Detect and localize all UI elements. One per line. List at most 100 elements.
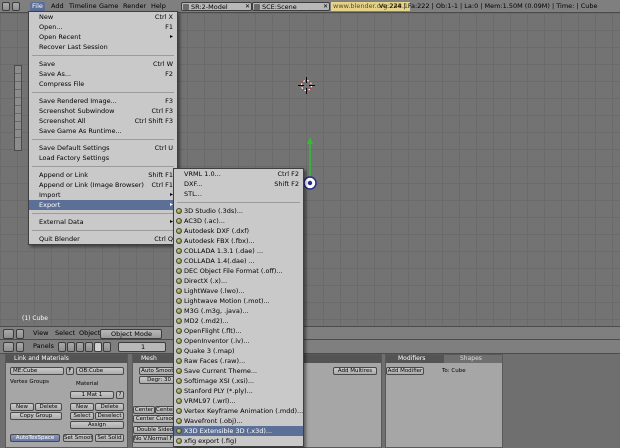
file-menu-item-import[interactable]: Import ▸ [29, 190, 177, 200]
export-item-3d-studio-3ds[interactable]: 3D Studio (.3ds)... [174, 206, 303, 216]
menu-select[interactable]: Select [55, 329, 75, 338]
collapse-menu-button[interactable] [12, 2, 20, 11]
file-menu-item-append-or-link-image-browser[interactable]: Append or Link (Image Browser) Ctrl F1 [29, 180, 177, 190]
object-name-field[interactable]: OB:Cube [76, 367, 124, 375]
window-type-button[interactable] [3, 342, 14, 352]
context-editing-icon[interactable] [94, 342, 102, 352]
file-menu-item-save[interactable]: Save Ctrl W [29, 59, 177, 69]
file-menu-item-save-rendered-image[interactable]: Save Rendered Image... F3 [29, 96, 177, 106]
file-menu-item-screenshot-subwindow[interactable]: Screenshot Subwindow Ctrl F3 [29, 106, 177, 116]
export-item-directx-x[interactable]: DirectX (.x)... [174, 276, 303, 286]
add-multires-button[interactable]: Add Multires [333, 367, 377, 375]
menu-object[interactable]: Object [79, 329, 100, 338]
center-button[interactable]: Center [133, 406, 155, 414]
file-menu-item-save-as[interactable]: Save As... F2 [29, 69, 177, 79]
menu-add[interactable]: Add [49, 2, 66, 11]
window-type-button[interactable] [3, 329, 14, 339]
material-selector[interactable]: 1 Mat 1 [70, 391, 114, 399]
file-menu-item-compress-file[interactable]: Compress File [29, 79, 177, 89]
context-scene-icon[interactable] [103, 342, 111, 352]
double-sided-toggle[interactable]: Double Sided [133, 426, 177, 434]
export-item-xfig-export-fig[interactable]: xfig export (.fig) [174, 436, 303, 446]
export-item-raw-faces-raw[interactable]: Raw Faces (.raw)... [174, 356, 303, 366]
export-item-stanford-ply-ply[interactable]: Stanford PLY (*.ply)... [174, 386, 303, 396]
close-icon[interactable]: ✕ [323, 3, 328, 10]
menu-timeline[interactable]: Timeline [67, 2, 99, 11]
menu-help[interactable]: Help [149, 2, 168, 11]
menu-panels[interactable]: Panels [33, 342, 54, 351]
material-deselect-button[interactable]: Deselect [95, 412, 124, 420]
export-item-collada-1-3-1-dae[interactable]: COLLADA 1.3.1 (.dae) ... [174, 246, 303, 256]
file-menu-item-open-recent[interactable]: Open Recent ▸ [29, 32, 177, 42]
material-delete-button[interactable]: Delete [95, 403, 124, 411]
export-item-openflight-flt[interactable]: OpenFlight (.flt)... [174, 326, 303, 336]
export-item-x3d-extensible-3d-x3d[interactable]: X3D Extensible 3D (.x3d)... [174, 426, 303, 436]
set-solid-button[interactable]: Set Solid [95, 434, 124, 442]
file-menu-item-save-game-as-runtime[interactable]: Save Game As Runtime... [29, 126, 177, 136]
menu-game[interactable]: Game [97, 2, 120, 11]
file-menu-item-append-or-link[interactable]: Append or Link Shift F1 [29, 170, 177, 180]
no-v-normal-flip-toggle[interactable]: No V.Normal Flip [133, 435, 177, 443]
export-item-save-current-theme[interactable]: Save Current Theme... [174, 366, 303, 376]
material-assign-button[interactable]: Assign [70, 421, 124, 429]
collapse-menu-button[interactable] [16, 329, 24, 339]
context-script-icon[interactable] [67, 342, 75, 352]
export-item-autodesk-dxf-dxf[interactable]: Autodesk DXF (.dxf) [174, 226, 303, 236]
toolbox-strip[interactable] [14, 65, 22, 151]
export-item-stl[interactable]: STL... [174, 189, 303, 199]
autotexspace-toggle[interactable]: AutoTexSpace [10, 434, 60, 442]
fake-user-button[interactable]: F [66, 367, 74, 375]
material-select-button[interactable]: Select [70, 412, 94, 420]
tab-shapes[interactable]: Shapes [444, 355, 502, 363]
context-logic-icon[interactable] [58, 342, 66, 352]
export-item-vrml-1-0[interactable]: VRML 1.0... Ctrl F2 [174, 169, 303, 179]
file-menu-item-open[interactable]: Open... F1 [29, 22, 177, 32]
tab-modifiers[interactable]: Modifiers [386, 355, 444, 363]
context-shading-icon[interactable] [76, 342, 84, 352]
export-item-vrml97-wrl[interactable]: VRML97 (.wrl)... [174, 396, 303, 406]
menu-render[interactable]: Render [121, 2, 148, 11]
mode-select[interactable]: Object Mode [100, 329, 162, 339]
export-item-vertex-keyframe-animation-mdd[interactable]: Vertex Keyframe Animation (.mdd)... [174, 406, 303, 416]
export-item-dec-object-file-format-off[interactable]: DEC Object File Format (.off)... [174, 266, 303, 276]
export-item-ac3d-ac[interactable]: AC3D (.ac)... [174, 216, 303, 226]
copy-group-button[interactable]: Copy Group [10, 412, 62, 420]
file-menu-item-export[interactable]: Export ▸ [29, 200, 177, 210]
file-menu-item-recover-last-session[interactable]: Recover Last Session [29, 42, 177, 52]
mesh-datablock-field[interactable]: ME:Cube [10, 367, 64, 375]
window-type-button[interactable] [2, 2, 10, 11]
vgroup-new-button[interactable]: New [10, 403, 34, 411]
center-cursor-button[interactable]: Center Cursor [133, 415, 177, 423]
add-modifier-button[interactable]: Add Modifier [386, 367, 424, 375]
export-item-collada-1-4-dae[interactable]: COLLADA 1.4(.dae) ... [174, 256, 303, 266]
scene-selector[interactable]: SCE:Scene ✕ [252, 2, 330, 11]
file-menu-item-save-default-settings[interactable]: Save Default Settings Ctrl U [29, 143, 177, 153]
context-object-icon[interactable] [85, 342, 93, 352]
close-icon[interactable]: ✕ [245, 3, 250, 10]
export-item-lightwave-motion-mot[interactable]: Lightwave Motion (.mot)... [174, 296, 303, 306]
export-item-dxf[interactable]: DXF... Shift F2 [174, 179, 303, 189]
material-query-button[interactable]: ? [116, 391, 124, 399]
file-menu-item-new[interactable]: New Ctrl X [29, 12, 177, 22]
menu-file[interactable]: File [30, 2, 45, 11]
export-item-softimage-xsi-xsi[interactable]: Softimage XSI (.xsi)... [174, 376, 303, 386]
material-new-button[interactable]: New [70, 403, 94, 411]
screen-selector[interactable]: SR:2-Model ✕ [181, 2, 252, 11]
export-item-autodesk-fbx-fbx[interactable]: Autodesk FBX (.fbx)... [174, 236, 303, 246]
vgroup-delete-button[interactable]: Delete [35, 403, 62, 411]
export-item-wavefront-obj[interactable]: Wavefront (.obj)... [174, 416, 303, 426]
export-item-openinventor-iv[interactable]: OpenInventor (.iv)... [174, 336, 303, 346]
frame-field[interactable]: 1 [118, 342, 166, 352]
collapse-menu-button[interactable] [16, 342, 24, 352]
export-item-quake-3-map[interactable]: Quake 3 (.map) [174, 346, 303, 356]
file-menu-item-external-data[interactable]: External Data ▸ [29, 217, 177, 227]
file-menu-item-screenshot-all[interactable]: Screenshot All Ctrl Shift F3 [29, 116, 177, 126]
menu-view[interactable]: View [33, 329, 48, 338]
export-item-m3g-m3g-java[interactable]: M3G (.m3g, .java)... [174, 306, 303, 316]
export-item-md2-md2[interactable]: MD2 (.md2)... [174, 316, 303, 326]
file-menu-item-quit-blender[interactable]: Quit Blender Ctrl Q [29, 234, 177, 244]
menu-separator [32, 163, 174, 167]
export-item-lightwave-lwo[interactable]: LightWave (.lwo)... [174, 286, 303, 296]
file-menu-item-load-factory-settings[interactable]: Load Factory Settings [29, 153, 177, 163]
set-smooth-button[interactable]: Set Smooth [63, 434, 93, 442]
